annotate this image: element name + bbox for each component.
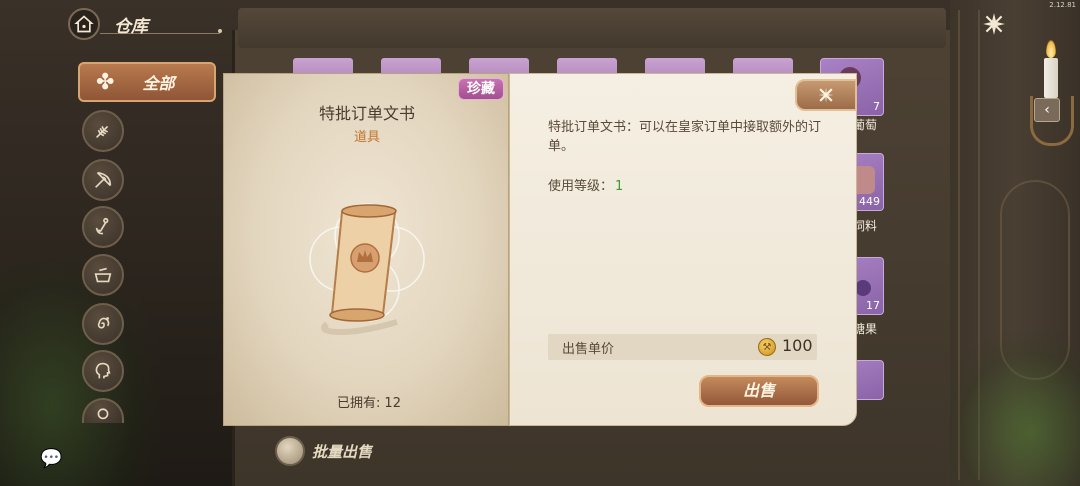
- home-button[interactable]: [68, 8, 100, 40]
- chevron-left-icon: ‹: [1044, 102, 1050, 118]
- exit-button[interactable]: [978, 8, 1010, 40]
- item-title: 特批订单文书: [318, 104, 415, 123]
- cooking-pot-icon: [94, 267, 112, 283]
- house-icon: [74, 15, 94, 33]
- shelf-top-bar: [238, 8, 946, 48]
- batch-sell-icon[interactable]: [275, 436, 305, 466]
- close-button[interactable]: [795, 79, 857, 111]
- item-count: 7: [873, 100, 880, 113]
- category-all-label: 全部: [142, 74, 175, 93]
- version-label: 2.12.81: [1049, 1, 1076, 9]
- partial-icon: [97, 407, 109, 419]
- category-cooking-tab[interactable]: [82, 254, 124, 296]
- category-fishing-tab[interactable]: [82, 206, 124, 248]
- item-description: 特批订单文书：可以在皇家订单中接取额外的订单。: [548, 120, 822, 154]
- collapse-panel-button[interactable]: ‹: [1034, 98, 1060, 122]
- level-value: 1: [615, 179, 624, 194]
- price-value: 100: [782, 336, 813, 355]
- close-icon: [818, 87, 834, 103]
- page-title-bar: 仓库: [100, 14, 222, 37]
- category-sidebar: ✤ 全部: [78, 58, 228, 423]
- item-count: 17: [866, 299, 880, 312]
- scroll-icon: [309, 203, 425, 336]
- price-label: 出售单价: [562, 342, 615, 357]
- category-crops-tab[interactable]: [82, 110, 124, 152]
- head-profile-icon: [95, 362, 111, 379]
- close-star-icon: [983, 13, 1005, 35]
- title-dot: [218, 29, 222, 33]
- batch-sell-button[interactable]: 批量出售: [312, 441, 372, 462]
- rarity-tag: 珍藏: [458, 78, 504, 100]
- use-level-row: 使用等级： 1: [548, 175, 623, 194]
- candle: [1044, 58, 1058, 98]
- owned-count: 12: [384, 396, 401, 411]
- chat-bubble-icon[interactable]: 💬: [40, 448, 66, 470]
- gold-coin-icon: ⚒: [758, 338, 776, 356]
- page-title: 仓库: [114, 17, 148, 37]
- category-hunting-tab[interactable]: [82, 159, 124, 201]
- sell-price-row: 出售单价 ⚒ 100: [548, 334, 817, 360]
- background-plant-right: [940, 330, 1080, 486]
- item-type: 道具: [353, 130, 380, 145]
- wheat-icon: [95, 125, 109, 139]
- owned-label: 已拥有:: [337, 396, 381, 411]
- candle-flame: [1046, 40, 1056, 58]
- item-detail-preview: 珍藏 特批订单文书 道具 已拥有: 12: [223, 73, 509, 426]
- spiral-icon: [97, 317, 110, 329]
- sell-button[interactable]: 出售: [699, 375, 819, 407]
- owned-count-row: 已拥有: 12: [224, 392, 510, 411]
- clover-icon: ✤: [96, 69, 115, 95]
- category-misc-tab[interactable]: [82, 303, 124, 345]
- anchor-icon: [95, 217, 109, 235]
- category-all-tab[interactable]: ✤ 全部: [78, 62, 216, 102]
- category-character-tab[interactable]: [82, 350, 124, 392]
- item-count: 449: [859, 195, 880, 208]
- category-more-tab[interactable]: [82, 398, 124, 423]
- level-label: 使用等级：: [548, 179, 614, 194]
- bow-icon: [95, 171, 112, 188]
- candy-icon: [855, 280, 871, 296]
